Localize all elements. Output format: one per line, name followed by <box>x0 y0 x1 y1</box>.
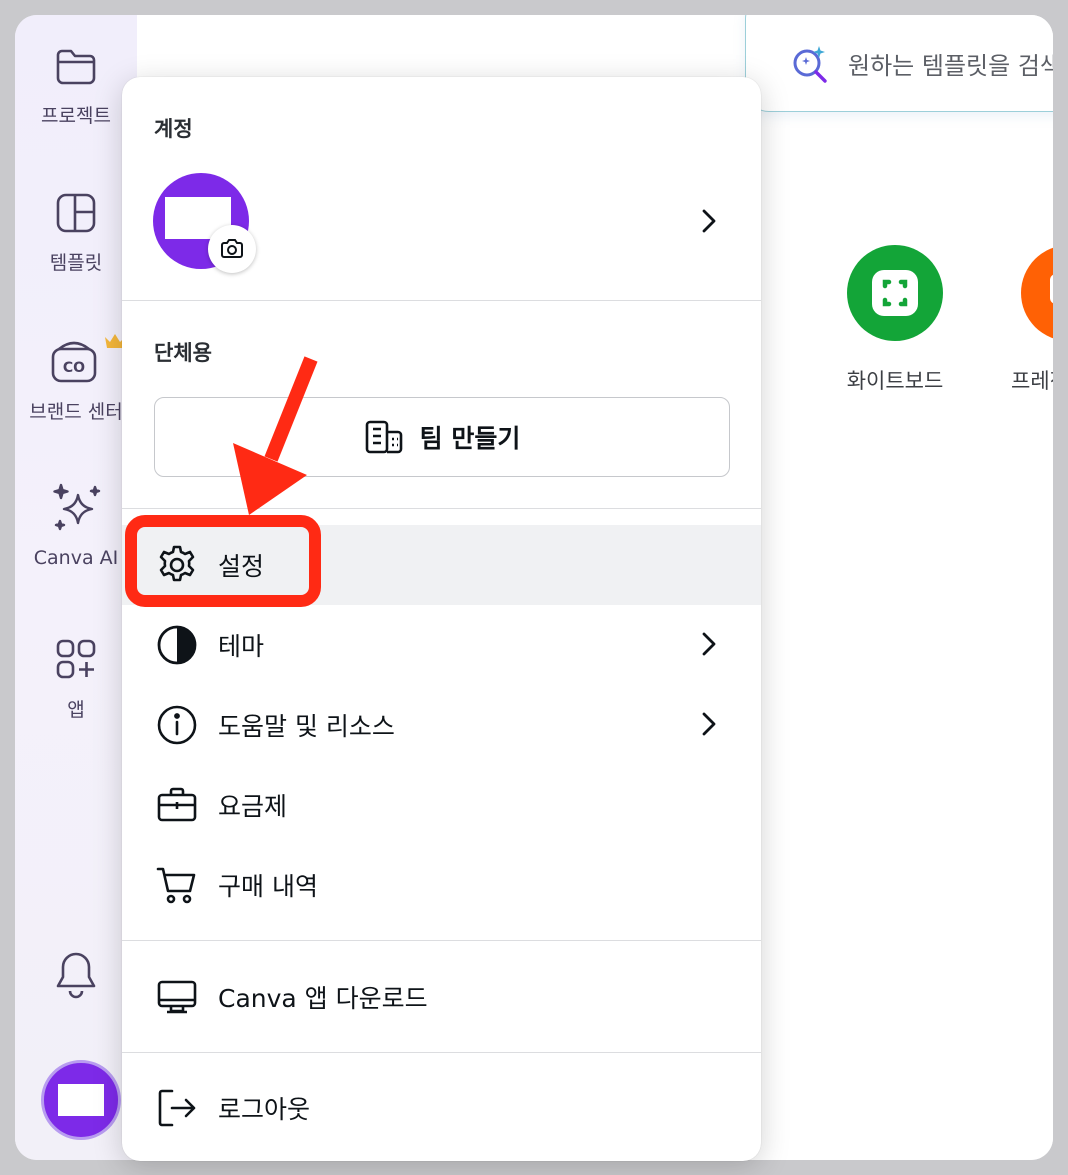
search-bar[interactable]: 원하는 템플릿을 검색 <box>745 15 1053 112</box>
sidebar-item-label: 프로젝트 <box>41 105 111 127</box>
chevron-right-icon <box>702 632 716 656</box>
notifications-button[interactable] <box>15 948 137 1000</box>
sparkle-icon <box>53 483 101 531</box>
sidebar-item-label: 앱 <box>67 699 85 721</box>
sidebar-item-label: 템플릿 <box>49 252 103 274</box>
menu-item-pricing[interactable]: 요금제 <box>122 765 761 845</box>
account-section-title: 계정 <box>154 117 193 141</box>
team-section-title: 단체용 <box>154 341 212 365</box>
divider <box>122 508 761 509</box>
ai-search-icon <box>793 46 827 83</box>
sidebar-item-apps[interactable]: 앱 <box>15 635 137 722</box>
chevron-right-icon <box>702 712 716 736</box>
divider <box>122 940 761 941</box>
annotation-arrow <box>233 356 318 515</box>
sidebar-item-canva-ai[interactable]: Canva AI <box>15 483 137 569</box>
change-photo-button[interactable] <box>208 225 256 273</box>
menu-item-label: 로그아웃 <box>218 1095 311 1124</box>
building-icon <box>365 420 402 454</box>
apps-icon <box>56 639 96 679</box>
folder-icon <box>56 49 96 85</box>
template-icon <box>56 193 96 233</box>
user-avatar-button[interactable] <box>41 1060 121 1140</box>
shortcut-label: 화이트보드 <box>846 369 944 393</box>
brand-center-icon: CO <box>51 341 97 383</box>
profile-avatar[interactable] <box>153 173 256 273</box>
sidebar: 프로젝트 템플릿 CO 브랜드 센터 Canva AI 앱 <box>15 15 137 1160</box>
logout-icon <box>158 1089 196 1127</box>
avatar-image <box>58 1084 104 1116</box>
shortcut-presentation[interactable]: 프레젠테이션 <box>999 245 1053 395</box>
menu-item-theme[interactable]: 테마 <box>122 605 761 685</box>
camera-icon <box>221 239 243 258</box>
menu-item-label: Canva 앱 다운로드 <box>218 984 428 1013</box>
account-menu: 계정 단체용 팀 만들기 설정 테마 도움말 및 리소스 요금제 구매 내역 C… <box>122 77 761 1161</box>
svg-text:CO: CO <box>63 360 85 376</box>
whiteboard-icon <box>847 245 943 341</box>
annotation-highlight-box <box>125 515 321 607</box>
divider <box>122 1052 761 1053</box>
monitor-icon <box>157 980 197 1014</box>
menu-item-label: 구매 내역 <box>218 872 318 901</box>
info-icon <box>157 705 197 745</box>
sidebar-item-projects[interactable]: 프로젝트 <box>15 43 137 128</box>
menu-item-label: 도움말 및 리소스 <box>218 712 395 741</box>
sidebar-item-templates[interactable]: 템플릿 <box>15 190 137 275</box>
menu-item-label: 테마 <box>218 632 265 661</box>
briefcase-icon <box>157 787 197 822</box>
menu-item-download-app[interactable]: Canva 앱 다운로드 <box>122 957 761 1037</box>
sidebar-item-label: 브랜드 센터 <box>29 401 123 423</box>
menu-item-purchase-history[interactable]: 구매 내역 <box>122 845 761 925</box>
presentation-icon <box>1021 245 1053 341</box>
theme-contrast-icon <box>157 625 197 665</box>
shortcut-whiteboard[interactable]: 화이트보드 <box>825 245 965 395</box>
create-team-label: 팀 만들기 <box>419 424 521 453</box>
sidebar-item-label: Canva AI <box>33 547 119 569</box>
bell-icon <box>56 952 96 999</box>
cart-icon <box>156 867 196 904</box>
shortcut-label: 프레젠테이션 <box>1011 369 1053 393</box>
sidebar-item-brand-center[interactable]: CO 브랜드 센터 <box>15 334 137 424</box>
menu-item-help[interactable]: 도움말 및 리소스 <box>122 685 761 765</box>
divider <box>122 300 761 301</box>
search-placeholder: 원하는 템플릿을 검색 <box>848 52 1053 80</box>
menu-item-logout[interactable]: 로그아웃 <box>122 1068 761 1148</box>
chevron-right-icon <box>702 209 716 233</box>
menu-item-label: 요금제 <box>218 792 288 821</box>
